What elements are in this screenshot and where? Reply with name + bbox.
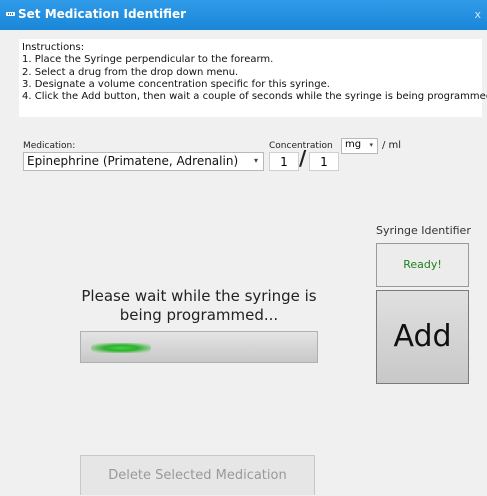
concentration-denominator-input[interactable]: 1 <box>309 152 339 171</box>
instructions-panel: Instructions: 1. Place the Syringe perpe… <box>19 39 487 117</box>
unit-dropdown[interactable]: mg ▾ <box>341 138 378 154</box>
concentration-slash: / <box>299 146 307 170</box>
instruction-line: 4. Click the Add button, then wait a cou… <box>22 91 487 103</box>
chevron-down-icon: ▾ <box>253 156 258 165</box>
syringe-status-box: Ready! <box>376 243 469 287</box>
instructions-heading: Instructions: <box>22 42 85 53</box>
close-button[interactable]: x <box>474 8 481 21</box>
app-icon <box>6 12 15 16</box>
title-bar: Set Medication Identifier x <box>0 0 487 30</box>
progress-glow <box>91 343 151 353</box>
programming-status-message: Please wait while the syringe is being p… <box>81 287 317 324</box>
instruction-line: 3. Designate a volume concentration spec… <box>22 78 330 90</box>
add-button[interactable]: Add <box>376 290 469 384</box>
chevron-down-icon: ▾ <box>369 141 373 149</box>
delete-selected-medication-button[interactable]: Delete Selected Medication <box>80 455 315 495</box>
medication-selected-value: Epinephrine (Primatene, Adrenalin) <box>27 154 239 168</box>
programming-progress-bar <box>80 331 318 363</box>
instruction-line: 1. Place the Syringe perpendicular to th… <box>22 54 274 66</box>
instruction-line: 2. Select a drug from the drop down menu… <box>22 66 239 78</box>
syringe-identifier-label: Syringe Identifier <box>376 224 471 237</box>
per-unit-label: / ml <box>382 140 402 151</box>
unit-selected-value: mg <box>345 139 362 150</box>
window-title: Set Medication Identifier <box>18 7 187 21</box>
concentration-numerator-input[interactable]: 1 <box>269 152 299 171</box>
medication-label: Medication: <box>23 141 76 151</box>
medication-dropdown[interactable]: Epinephrine (Primatene, Adrenalin) ▾ <box>23 152 264 171</box>
